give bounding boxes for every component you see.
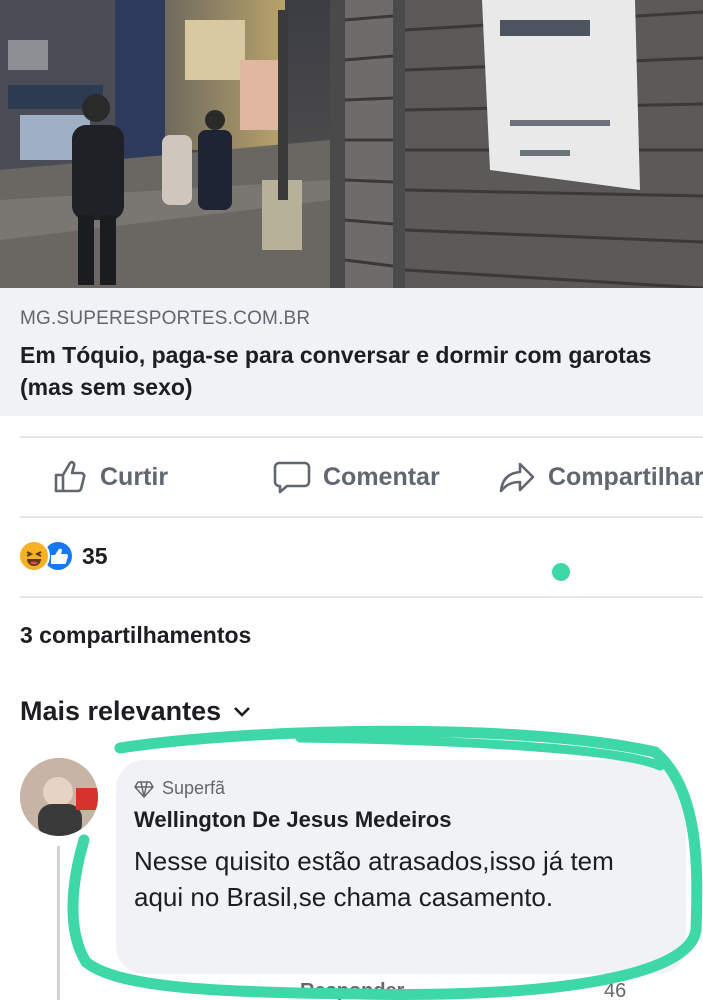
divider — [20, 596, 703, 598]
share-arrow-icon — [499, 462, 535, 493]
comment-author[interactable]: Wellington De Jesus Medeiros — [134, 807, 666, 833]
link-domain: MG.SUPERESPORTES.COM.BR — [20, 308, 311, 329]
diamond-icon — [134, 780, 154, 798]
like-label: Curtir — [100, 462, 169, 491]
comment-sort-dropdown[interactable]: Mais relevantes — [20, 696, 251, 727]
reaction-count: 35 — [82, 542, 108, 569]
share-label: Compartilhar — [548, 462, 703, 491]
comment-button[interactable]: Comentar — [273, 438, 440, 516]
chevron-down-icon — [234, 706, 251, 717]
badge-label: Superfã — [162, 778, 226, 798]
thumbs-up-icon — [54, 460, 86, 493]
comment-label: Comentar — [323, 462, 440, 491]
comment-text: Nesse quisito estão atrasados,isso já te… — [134, 846, 614, 912]
link-preview[interactable]: MG.SUPERESPORTES.COM.BR Em Tóquio, paga-… — [0, 288, 703, 416]
share-button[interactable]: Compartilhar — [498, 438, 703, 516]
divider — [20, 516, 703, 518]
reaction-summary[interactable]: 35 — [18, 536, 108, 576]
link-title[interactable]: Em Tóquio, paga-se para conversar e dorm… — [20, 339, 690, 403]
comment-reaction-count[interactable]: 46 — [604, 980, 626, 1000]
share-count[interactable]: 3 compartilhamentos — [20, 622, 251, 649]
street-scene-image — [0, 0, 703, 288]
like-button[interactable]: Curtir — [52, 438, 168, 516]
post-action-bar: Curtir Comentar Compartilhar — [0, 438, 703, 516]
reply-button[interactable]: Responder — [300, 980, 404, 1000]
comment-bubble: Superfã Wellington De Jesus Medeiros Nes… — [116, 760, 686, 974]
speech-bubble-icon — [273, 461, 311, 494]
comment-footer: Responder 46 — [0, 980, 703, 1000]
top-fan-badge: Superfã — [134, 778, 666, 799]
avatar[interactable] — [20, 758, 98, 836]
highlight-dot — [552, 563, 570, 581]
article-photo[interactable] — [0, 0, 703, 288]
thread-line — [57, 846, 60, 1000]
sort-label: Mais relevantes — [20, 696, 222, 726]
haha-reaction-icon — [18, 540, 50, 572]
